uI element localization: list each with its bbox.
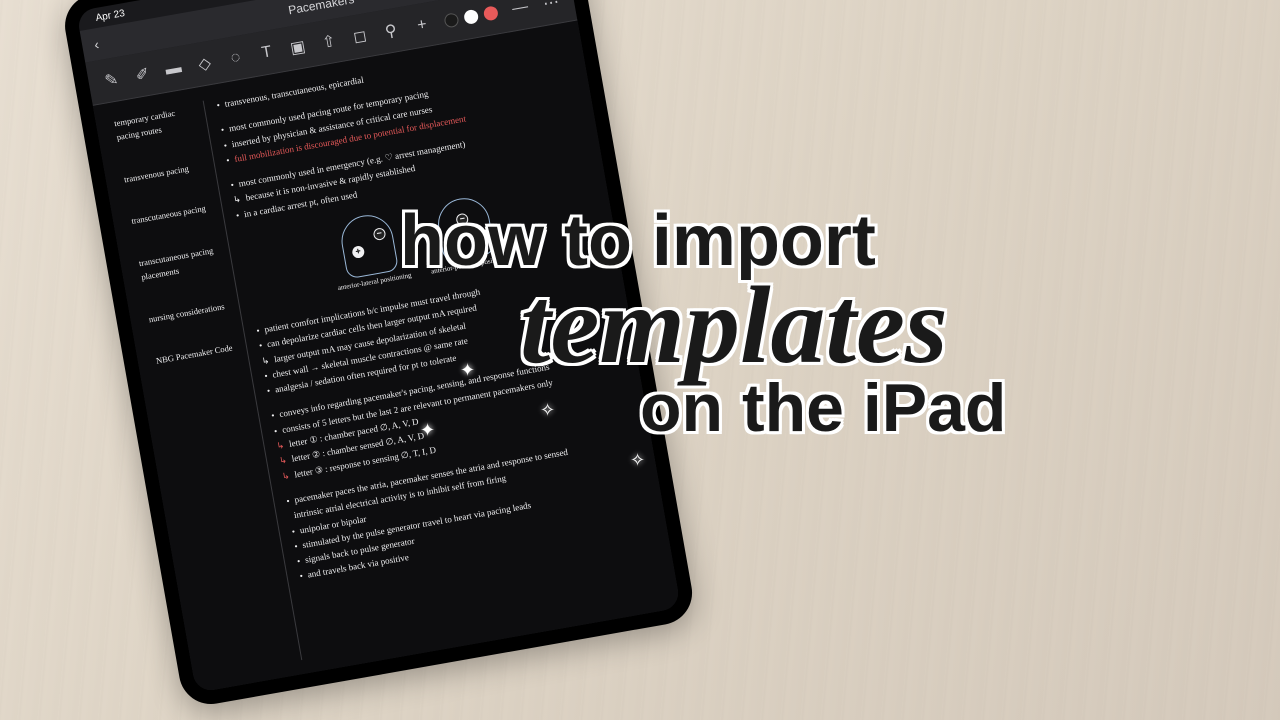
color-palette [443, 5, 499, 28]
highlighter-tool-icon[interactable]: ▬ [163, 57, 184, 80]
add-icon[interactable]: + [412, 14, 433, 37]
torso-diagram-ap: − + [434, 194, 496, 262]
sidebar-heading: transcutaneous pacing placements [138, 242, 225, 285]
ipad-screen: Apr 23 47% ‹ Pacemakers ⌄ ✎ ✐ ▬ ◇ ◌ T ▣ … [76, 0, 681, 693]
status-time: Apr 23 [95, 8, 126, 24]
text-tool-icon[interactable]: T [256, 41, 277, 64]
camera-tool-icon[interactable]: ▣ [287, 36, 308, 59]
lasso-tool-icon[interactable]: ◌ [225, 47, 246, 70]
color-swatch-black[interactable] [443, 12, 459, 28]
document-title[interactable]: Pacemakers [287, 0, 355, 17]
torso-diagram-al: + − [337, 211, 399, 279]
pencil-tool-icon[interactable]: ✐ [132, 63, 153, 86]
sidebar-heading: temporary cardiac pacing routes [113, 102, 200, 145]
color-swatch-white[interactable] [463, 8, 479, 24]
sidebar-heading: transvenous pacing [123, 158, 207, 187]
back-chevron-icon[interactable]: ‹ [93, 36, 100, 53]
color-swatch-red[interactable] [483, 5, 499, 21]
ipad-device: Apr 23 47% ‹ Pacemakers ⌄ ✎ ✐ ▬ ◇ ◌ T ▣ … [60, 0, 697, 709]
more-icon[interactable]: ⋯ [541, 0, 562, 14]
overlay-line-3: on the iPad [640, 369, 1250, 447]
note-canvas[interactable]: temporary cardiac pacing routes transven… [93, 20, 681, 692]
sidebar-heading: nursing considerations [148, 298, 232, 327]
pen-tool-icon[interactable]: ✎ [101, 68, 122, 91]
eraser-tool-icon[interactable]: ◇ [194, 52, 215, 75]
search-icon[interactable]: ⚲ [381, 19, 402, 42]
minimize-icon[interactable]: — [510, 0, 531, 19]
sidebar-heading: NBG Pacemaker Code [155, 340, 239, 369]
bookmark-icon[interactable]: ◻ [349, 25, 370, 48]
share-icon[interactable]: ⇧ [318, 30, 339, 53]
sidebar-heading: transcutaneous pacing [130, 200, 214, 229]
